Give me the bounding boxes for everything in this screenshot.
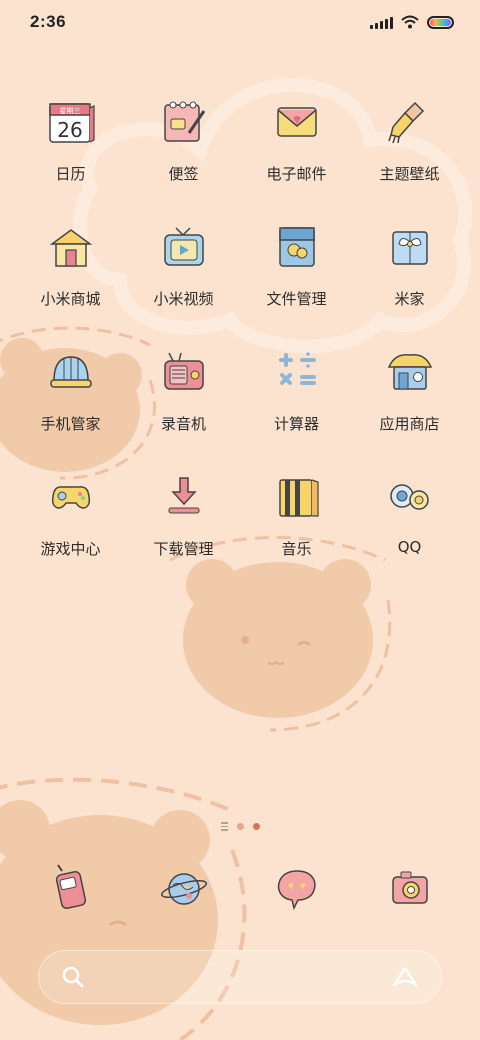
- app-security[interactable]: 手机管家: [14, 338, 127, 463]
- page-dot-2[interactable]: [252, 822, 260, 830]
- music-icon: [269, 469, 325, 525]
- download-icon: [156, 469, 212, 525]
- app-mail[interactable]: 电子邮件: [240, 88, 353, 213]
- app-music[interactable]: 音乐: [240, 463, 353, 588]
- dock-browser[interactable]: [127, 860, 240, 916]
- app-mi-store[interactable]: 小米商城: [14, 213, 127, 338]
- app-calculator[interactable]: 计算器: [240, 338, 353, 463]
- folder-icon: [269, 219, 325, 275]
- clock: 2:36: [30, 12, 67, 31]
- dock: [14, 860, 466, 916]
- app-label: 小米视频: [153, 290, 214, 308]
- app-calendar[interactable]: 星期三 26 日历: [14, 88, 127, 213]
- app-file-manager[interactable]: 文件管理: [240, 213, 353, 338]
- app-mijia[interactable]: 米家: [353, 213, 466, 338]
- app-game-center[interactable]: 游戏中心: [14, 463, 127, 588]
- dock-camera[interactable]: [353, 860, 466, 916]
- helmet-icon: [43, 344, 99, 400]
- app-notes[interactable]: 便签: [127, 88, 240, 213]
- calendar-icon: 星期三 26: [43, 94, 99, 150]
- app-label: 游戏中心: [40, 540, 101, 558]
- app-label: 下载管理: [153, 540, 214, 558]
- gift-box-icon: [382, 219, 438, 275]
- gamepad-icon: [43, 469, 99, 525]
- dock-messages[interactable]: [240, 860, 353, 916]
- app-label: 计算器: [273, 415, 319, 433]
- app-recorder[interactable]: 录音机: [127, 338, 240, 463]
- camera-icon: [382, 860, 438, 916]
- signal-icon: [370, 16, 393, 29]
- app-label: QQ: [397, 538, 422, 556]
- store-house-icon: [43, 219, 99, 275]
- app-theme[interactable]: 主题壁纸: [353, 88, 466, 213]
- browser-planet-icon: [156, 860, 212, 916]
- status-bar: 2:36: [0, 0, 480, 44]
- brush-icon: [382, 94, 438, 150]
- page-list-icon: [220, 822, 228, 831]
- app-label: 文件管理: [266, 290, 327, 308]
- tv-icon: [156, 219, 212, 275]
- app-label: 主题壁纸: [379, 165, 440, 183]
- app-label: 便签: [168, 165, 199, 183]
- calendar-weekday: 星期三: [59, 107, 80, 115]
- app-label: 米家: [394, 290, 425, 308]
- app-label: 电子邮件: [266, 165, 327, 183]
- app-grid: 星期三 26 日历 便签 电子邮件 主题壁纸 小米商城 小米视频 文件管理 米家…: [14, 88, 466, 588]
- page-dot-1[interactable]: [236, 822, 244, 830]
- app-label: 手机管家: [40, 415, 101, 433]
- assistant-icon[interactable]: [391, 965, 419, 989]
- search-bar[interactable]: [38, 950, 442, 1004]
- app-mi-video[interactable]: 小米视频: [127, 213, 240, 338]
- mail-icon: [269, 94, 325, 150]
- status-icons: [370, 15, 454, 29]
- qq-icon: [382, 469, 438, 525]
- app-label: 日历: [55, 165, 86, 183]
- app-app-store[interactable]: 应用商店: [353, 338, 466, 463]
- page-indicator[interactable]: [0, 822, 480, 831]
- dock-phone[interactable]: [14, 860, 127, 916]
- app-label: 音乐: [281, 540, 312, 558]
- message-bubble-icon: [269, 860, 325, 916]
- app-label: 录音机: [160, 415, 206, 433]
- app-qq[interactable]: QQ: [353, 463, 466, 588]
- phone-icon: [43, 860, 99, 916]
- calendar-day: 26: [57, 118, 82, 142]
- app-label: 小米商城: [40, 290, 101, 308]
- battery-icon: [427, 15, 454, 29]
- radio-icon: [156, 344, 212, 400]
- wifi-icon: [401, 15, 419, 29]
- app-download[interactable]: 下载管理: [127, 463, 240, 588]
- search-icon[interactable]: [61, 965, 85, 989]
- app-store-house-icon: [382, 344, 438, 400]
- calculator-icon: [269, 344, 325, 400]
- notes-icon: [156, 94, 212, 150]
- app-label: 应用商店: [379, 415, 440, 433]
